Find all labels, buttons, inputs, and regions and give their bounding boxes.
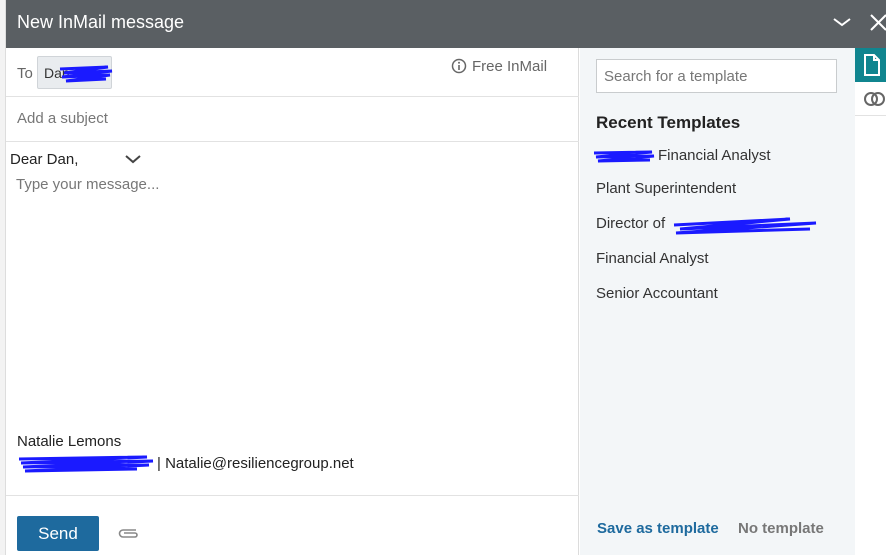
- document-icon: [864, 54, 880, 76]
- dialog-title: New InMail message: [17, 12, 185, 32]
- template-item-label: Director of: [596, 215, 666, 232]
- template-item-label: Plant Superintendent: [596, 180, 737, 197]
- subject-input[interactable]: [17, 110, 557, 127]
- recipient-row: To Dan Free InMail: [6, 48, 579, 97]
- template-item[interactable]: Senior Accountant: [596, 285, 718, 302]
- recipient-chip[interactable]: Dan: [37, 56, 113, 89]
- tab-compare[interactable]: [855, 82, 886, 116]
- message-composer: To Dan Free InMail Dear Dan, Type your m…: [6, 48, 579, 555]
- template-item-label: Financial Analyst: [658, 147, 771, 164]
- chevron-down-icon[interactable]: [124, 153, 142, 165]
- template-item[interactable]: Director of: [596, 215, 817, 235]
- template-item[interactable]: Financial Analyst: [596, 250, 709, 267]
- save-as-template-link[interactable]: Save as template: [597, 520, 719, 537]
- template-search-input[interactable]: [597, 60, 836, 92]
- template-item-label: Financial Analyst: [596, 250, 709, 267]
- overlap-circles-icon: [864, 92, 885, 106]
- template-search-box: [596, 59, 837, 93]
- redaction-mark: [593, 150, 655, 163]
- chevron-down-icon[interactable]: [832, 14, 852, 30]
- tab-templates[interactable]: [855, 48, 886, 82]
- dialog-header: New InMail message: [6, 0, 886, 48]
- subject-row: [6, 97, 579, 142]
- close-icon[interactable]: [868, 12, 886, 32]
- send-button[interactable]: Send: [17, 516, 99, 551]
- redaction-mark: [18, 455, 154, 473]
- to-label: To: [17, 65, 33, 82]
- paperclip-icon[interactable]: [116, 526, 140, 540]
- template-item[interactable]: Plant Superintendent: [596, 180, 736, 197]
- greeting-text: Dear Dan,: [10, 151, 79, 168]
- redaction-mark: [59, 65, 113, 83]
- right-rail: [855, 48, 886, 555]
- recent-templates-heading: Recent Templates: [596, 113, 741, 132]
- free-inmail-label: Free InMail: [472, 58, 548, 75]
- template-item-label: Senior Accountant: [596, 285, 718, 302]
- redaction-mark: [673, 217, 817, 235]
- templates-panel: Recent Templates Financial Analyst Plant…: [580, 48, 855, 555]
- signature-email: | Natalie@resiliencegroup.net: [157, 455, 354, 472]
- no-template-link[interactable]: No template: [738, 520, 824, 537]
- message-body-placeholder[interactable]: Type your message...: [16, 176, 159, 193]
- composer-footer: Send: [6, 495, 579, 555]
- signature-name: Natalie Lemons: [17, 433, 122, 450]
- info-icon: [451, 58, 467, 74]
